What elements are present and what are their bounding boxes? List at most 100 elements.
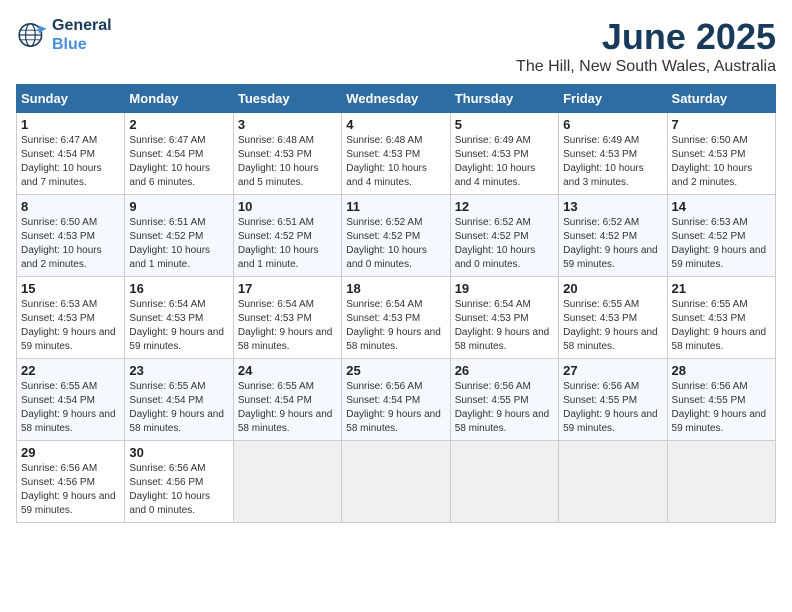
day-info: Sunrise: 6:56 AM Sunset: 4:56 PM Dayligh… <box>21 462 120 518</box>
day-info: Sunrise: 6:50 AM Sunset: 4:53 PM Dayligh… <box>21 216 120 272</box>
day-header-saturday: Saturday <box>667 85 775 113</box>
calendar-cell: 12Sunrise: 6:52 AM Sunset: 4:52 PM Dayli… <box>450 195 558 277</box>
day-number: 14 <box>672 199 771 214</box>
day-number: 15 <box>21 281 120 296</box>
calendar-cell: 29 Sunrise: 6:56 AM Sunset: 4:56 PM Dayli… <box>17 441 125 523</box>
title-area: June 2025 The Hill, New South Wales, Aus… <box>516 16 776 76</box>
day-info: Sunrise: 6:50 AM Sunset: 4:53 PM Dayligh… <box>672 134 771 190</box>
day-number: 17 <box>238 281 337 296</box>
calendar-cell: 14 Sunrise: 6:53 AM Sunset: 4:52 PM Dayli… <box>667 195 775 277</box>
day-info: Sunrise: 6:51 AM Sunset: 4:52 PM Dayligh… <box>238 216 337 272</box>
day-info: Sunrise: 6:56 AM Sunset: 4:56 PM Dayligh… <box>129 462 228 518</box>
day-header-sunday: Sunday <box>17 85 125 113</box>
calendar-cell: 19 Sunrise: 6:54 AM Sunset: 4:53 PM Dayli… <box>450 277 558 359</box>
calendar-cell: 4 Sunrise: 6:48 AM Sunset: 4:53 PM Daylig… <box>342 113 450 195</box>
calendar-cell: 20Sunrise: 6:55 AM Sunset: 4:53 PM Dayli… <box>559 277 667 359</box>
day-number: 3 <box>238 117 337 132</box>
day-info: Sunrise: 6:53 AM Sunset: 4:53 PM Dayligh… <box>21 298 120 354</box>
day-info: Sunrise: 6:47 AM Sunset: 4:54 PM Dayligh… <box>21 134 120 190</box>
calendar-cell: 28Sunrise: 6:56 AM Sunset: 4:55 PM Dayli… <box>667 359 775 441</box>
calendar-cell: 17 Sunrise: 6:54 AM Sunset: 4:53 PM Dayli… <box>233 277 341 359</box>
day-info: Sunrise: 6:55 AM Sunset: 4:54 PM Dayligh… <box>238 380 337 436</box>
day-number: 23 <box>129 363 228 378</box>
day-number: 28 <box>672 363 771 378</box>
calendar-cell: 16 Sunrise: 6:54 AM Sunset: 4:53 PM Dayli… <box>125 277 233 359</box>
calendar-cell: 2 Sunrise: 6:47 AM Sunset: 4:54 PM Daylig… <box>125 113 233 195</box>
day-info: Sunrise: 6:49 AM Sunset: 4:53 PM Dayligh… <box>455 134 554 190</box>
day-number: 22 <box>21 363 120 378</box>
day-info: Sunrise: 6:56 AM Sunset: 4:55 PM Dayligh… <box>563 380 662 436</box>
day-number: 16 <box>129 281 228 296</box>
day-info: Sunrise: 6:55 AM Sunset: 4:53 PM Dayligh… <box>672 298 771 354</box>
calendar-week-row: 29 Sunrise: 6:56 AM Sunset: 4:56 PM Dayli… <box>17 441 776 523</box>
calendar-cell <box>667 441 775 523</box>
calendar-cell: 27 Sunrise: 6:56 AM Sunset: 4:55 PM Dayli… <box>559 359 667 441</box>
day-info: Sunrise: 6:53 AM Sunset: 4:52 PM Dayligh… <box>672 216 771 272</box>
day-info: Sunrise: 6:47 AM Sunset: 4:54 PM Dayligh… <box>129 134 228 190</box>
calendar-week-row: 15 Sunrise: 6:53 AM Sunset: 4:53 PM Dayli… <box>17 277 776 359</box>
day-number: 18 <box>346 281 445 296</box>
calendar-cell: 13Sunrise: 6:52 AM Sunset: 4:52 PM Dayli… <box>559 195 667 277</box>
day-info: Sunrise: 6:56 AM Sunset: 4:54 PM Dayligh… <box>346 380 445 436</box>
day-header-friday: Friday <box>559 85 667 113</box>
calendar-cell: 8 Sunrise: 6:50 AM Sunset: 4:53 PM Daylig… <box>17 195 125 277</box>
calendar-cell: 3Sunrise: 6:48 AM Sunset: 4:53 PM Daylig… <box>233 113 341 195</box>
calendar-title: June 2025 <box>516 16 776 58</box>
calendar-cell: 24 Sunrise: 6:55 AM Sunset: 4:54 PM Dayli… <box>233 359 341 441</box>
calendar-cell: 18Sunrise: 6:54 AM Sunset: 4:53 PM Dayli… <box>342 277 450 359</box>
day-number: 8 <box>21 199 120 214</box>
calendar-cell: 6 Sunrise: 6:49 AM Sunset: 4:53 PM Daylig… <box>559 113 667 195</box>
day-number: 6 <box>563 117 662 132</box>
day-info: Sunrise: 6:52 AM Sunset: 4:52 PM Dayligh… <box>455 216 554 272</box>
day-number: 2 <box>129 117 228 132</box>
calendar-subtitle: The Hill, New South Wales, Australia <box>516 58 776 76</box>
day-header-wednesday: Wednesday <box>342 85 450 113</box>
day-info: Sunrise: 6:56 AM Sunset: 4:55 PM Dayligh… <box>455 380 554 436</box>
calendar-cell: 25 Sunrise: 6:56 AM Sunset: 4:54 PM Dayli… <box>342 359 450 441</box>
day-header-thursday: Thursday <box>450 85 558 113</box>
calendar-table: SundayMondayTuesdayWednesdayThursdayFrid… <box>16 84 776 523</box>
day-info: Sunrise: 6:49 AM Sunset: 4:53 PM Dayligh… <box>563 134 662 190</box>
calendar-cell: 15 Sunrise: 6:53 AM Sunset: 4:53 PM Dayli… <box>17 277 125 359</box>
calendar-cell: 5Sunrise: 6:49 AM Sunset: 4:53 PM Daylig… <box>450 113 558 195</box>
day-info: Sunrise: 6:51 AM Sunset: 4:52 PM Dayligh… <box>129 216 228 272</box>
calendar-cell <box>342 441 450 523</box>
calendar-cell: 23 Sunrise: 6:55 AM Sunset: 4:54 PM Dayli… <box>125 359 233 441</box>
calendar-week-row: 1Sunrise: 6:47 AM Sunset: 4:54 PM Daylig… <box>17 113 776 195</box>
day-info: Sunrise: 6:54 AM Sunset: 4:53 PM Dayligh… <box>455 298 554 354</box>
day-info: Sunrise: 6:54 AM Sunset: 4:53 PM Dayligh… <box>238 298 337 354</box>
day-info: Sunrise: 6:52 AM Sunset: 4:52 PM Dayligh… <box>563 216 662 272</box>
logo-icon <box>16 19 48 51</box>
calendar-cell <box>559 441 667 523</box>
day-number: 29 <box>21 445 120 460</box>
calendar-cell: 30Sunrise: 6:56 AM Sunset: 4:56 PM Dayli… <box>125 441 233 523</box>
calendar-cell <box>450 441 558 523</box>
calendar-cell: 7 Sunrise: 6:50 AM Sunset: 4:53 PM Daylig… <box>667 113 775 195</box>
calendar-cell <box>233 441 341 523</box>
day-info: Sunrise: 6:54 AM Sunset: 4:53 PM Dayligh… <box>129 298 228 354</box>
day-number: 25 <box>346 363 445 378</box>
calendar-cell: 22Sunrise: 6:55 AM Sunset: 4:54 PM Dayli… <box>17 359 125 441</box>
day-number: 10 <box>238 199 337 214</box>
day-number: 7 <box>672 117 771 132</box>
day-number: 20 <box>563 281 662 296</box>
day-header-tuesday: Tuesday <box>233 85 341 113</box>
day-number: 19 <box>455 281 554 296</box>
logo: General Blue <box>16 16 112 54</box>
day-info: Sunrise: 6:55 AM Sunset: 4:54 PM Dayligh… <box>129 380 228 436</box>
calendar-cell: 9Sunrise: 6:51 AM Sunset: 4:52 PM Daylig… <box>125 195 233 277</box>
calendar-week-row: 22 Sunrise: 6:55 AM Sunset: 4:54 PM Dayli… <box>17 359 776 441</box>
day-number: 11 <box>346 199 445 214</box>
calendar-cell: 11Sunrise: 6:52 AM Sunset: 4:52 PM Dayli… <box>342 195 450 277</box>
day-number: 24 <box>238 363 337 378</box>
calendar-cell: 1Sunrise: 6:47 AM Sunset: 4:54 PM Daylig… <box>17 113 125 195</box>
day-header-monday: Monday <box>125 85 233 113</box>
header: General Blue June 2025 The Hill, New Sou… <box>16 16 776 76</box>
day-number: 4 <box>346 117 445 132</box>
calendar-cell: 21 Sunrise: 6:55 AM Sunset: 4:53 PM Dayli… <box>667 277 775 359</box>
calendar-header-row: SundayMondayTuesdayWednesdayThursdayFrid… <box>17 85 776 113</box>
day-info: Sunrise: 6:48 AM Sunset: 4:53 PM Dayligh… <box>346 134 445 190</box>
day-number: 27 <box>563 363 662 378</box>
calendar-cell: 10 Sunrise: 6:51 AM Sunset: 4:52 PM Dayli… <box>233 195 341 277</box>
day-number: 21 <box>672 281 771 296</box>
